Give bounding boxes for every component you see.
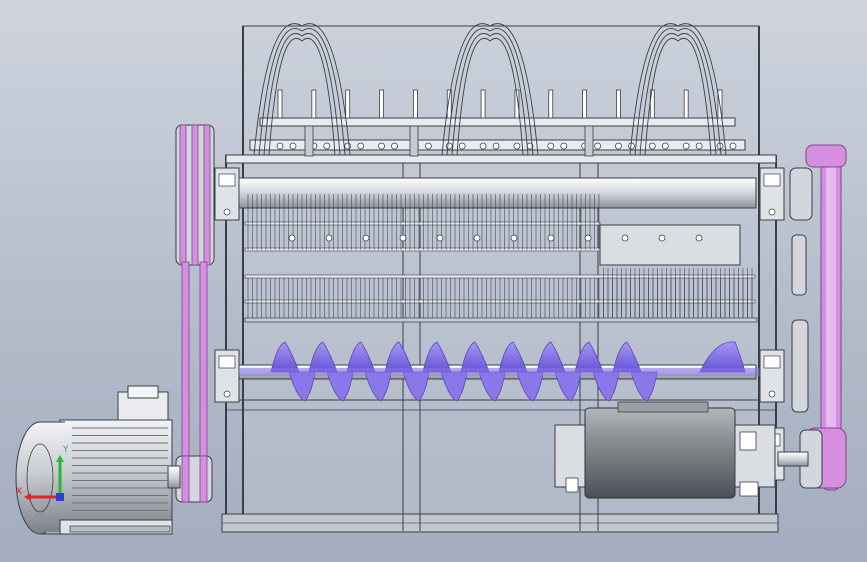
right-pulley-middle — [791, 234, 809, 413]
shaker-tine — [345, 89, 351, 119]
motor-pulley — [175, 455, 213, 503]
tine-bolt — [323, 142, 331, 150]
shaker-tine — [582, 89, 588, 119]
right-pulley-lower — [777, 429, 823, 489]
grating-bolt — [621, 234, 629, 242]
bearing-cap — [763, 355, 781, 369]
shaker-tine — [311, 89, 317, 119]
bearing-bolt — [223, 390, 231, 398]
bearing-cap — [763, 173, 781, 187]
tine-bolt — [695, 142, 703, 150]
tine-bolt — [424, 142, 432, 150]
grating-rail — [244, 221, 601, 226]
tine-bolt — [289, 142, 297, 150]
bearing-cap — [218, 173, 236, 187]
tine-bolt — [492, 142, 500, 150]
shaker-tine — [480, 89, 486, 119]
tine-bolt — [729, 142, 737, 150]
tine-bolt — [445, 142, 453, 150]
grating-bolt — [510, 234, 518, 242]
shaker-tine — [412, 89, 418, 119]
cad-viewport[interactable]: X Y — [0, 0, 867, 562]
x-axis-label: X — [16, 487, 22, 497]
grating-bolt — [325, 234, 333, 242]
grating-bolt — [399, 234, 407, 242]
grating-bolt — [436, 234, 444, 242]
grating-rail — [244, 317, 758, 323]
shaker-tine — [548, 89, 554, 119]
tine-bolt — [615, 142, 622, 150]
auger-core — [240, 368, 760, 376]
grating-bolt — [695, 234, 703, 242]
shaker-tine — [379, 89, 384, 119]
tine-bolt — [276, 142, 284, 150]
y-axis-label: Y — [62, 445, 69, 455]
tine-bolt — [560, 142, 568, 150]
left-pulley — [175, 124, 215, 266]
bearing-bolt — [223, 208, 231, 216]
tine-bolt — [344, 142, 352, 150]
tine-post — [304, 125, 314, 157]
grating-bolt — [584, 234, 592, 242]
tine-bolt — [513, 142, 521, 150]
tine-bolt — [682, 142, 690, 150]
tine-post — [584, 125, 594, 157]
grating-bolt — [658, 234, 666, 242]
grating-bolt — [547, 234, 555, 242]
tine-bolt — [594, 142, 602, 150]
shaker-tine — [277, 89, 283, 119]
shaker-tine — [616, 89, 621, 119]
bearing-cap — [218, 355, 236, 369]
tine-bolt — [547, 142, 555, 150]
bearing-bolt — [768, 208, 776, 216]
tine-bolt — [479, 142, 487, 150]
tine-bolt — [458, 142, 466, 150]
electric-motor — [15, 385, 181, 535]
tine-bolt — [648, 142, 656, 150]
tine-post — [409, 125, 419, 157]
shaker-tine — [683, 89, 689, 119]
grating-bolt — [473, 234, 481, 242]
grating-rail — [244, 247, 601, 252]
tine-bolt — [378, 142, 385, 150]
tine-bolt — [391, 142, 398, 150]
right-pulley-upper — [789, 167, 813, 221]
tine-bolt — [661, 142, 669, 150]
grating-rail — [244, 274, 756, 279]
tine-bolt — [357, 142, 365, 150]
motor-foot — [69, 525, 171, 533]
tine-rail — [259, 117, 736, 127]
bearing-bolt — [768, 390, 776, 398]
grating-bolt — [288, 234, 296, 242]
grating-bolt — [362, 234, 370, 242]
machine-assembly-drawing: X Y — [15, 23, 847, 535]
